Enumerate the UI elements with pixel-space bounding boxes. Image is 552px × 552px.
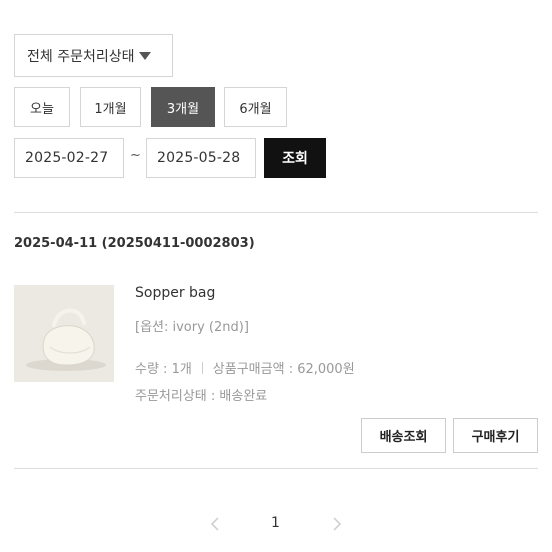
bag-image bbox=[14, 285, 114, 382]
write-review-label: 구매후기 bbox=[471, 430, 520, 445]
date-range-separator: ~ bbox=[130, 148, 141, 163]
period-label: 6개월 bbox=[239, 101, 272, 117]
write-review-button[interactable]: 구매후기 bbox=[453, 418, 538, 453]
period-label: 1개월 bbox=[94, 101, 127, 117]
order-status-select[interactable]: 전체 주문처리상태 bbox=[14, 34, 173, 77]
period-button-1month[interactable]: 1개월 bbox=[80, 87, 141, 127]
period-button-3months[interactable]: 3개월 bbox=[151, 87, 215, 127]
search-button-label: 조회 bbox=[282, 151, 308, 167]
product-thumbnail[interactable] bbox=[14, 285, 114, 382]
chevron-left-icon[interactable] bbox=[205, 514, 225, 534]
order-date-number: 2025-04-11 (20250411-0002803) bbox=[14, 236, 255, 251]
date-from-field[interactable]: 2025-02-27 bbox=[14, 138, 124, 178]
period-button-6months[interactable]: 6개월 bbox=[224, 87, 287, 127]
order-status-text: 주문처리상태 : 배송완료 bbox=[135, 389, 268, 404]
search-button[interactable]: 조회 bbox=[264, 138, 326, 178]
product-quantity-price: 수량 : 1개 상품구매금액 : 62,000원 bbox=[135, 358, 355, 377]
product-quantity: 수량 : 1개 bbox=[135, 362, 192, 377]
period-label: 3개월 bbox=[166, 101, 200, 117]
product-price: 상품구매금액 : 62,000원 bbox=[212, 362, 355, 377]
divider bbox=[14, 468, 538, 469]
track-delivery-button[interactable]: 배송조회 bbox=[361, 418, 446, 453]
divider bbox=[14, 212, 538, 213]
period-label: 오늘 bbox=[30, 101, 54, 117]
order-status-select-value: 전체 주문처리상태 bbox=[27, 48, 135, 65]
product-option: [옵션: ivory (2nd)] bbox=[135, 320, 249, 335]
chevron-right-icon[interactable] bbox=[327, 514, 347, 534]
date-to-value: 2025-05-28 bbox=[157, 150, 241, 166]
date-from-value: 2025-02-27 bbox=[25, 150, 109, 166]
caret-down-icon bbox=[138, 51, 151, 60]
product-name[interactable]: Sopper bag bbox=[135, 285, 215, 301]
track-delivery-label: 배송조회 bbox=[379, 430, 428, 445]
page-number-current[interactable]: 1 bbox=[271, 515, 280, 531]
date-to-field[interactable]: 2025-05-28 bbox=[146, 138, 256, 178]
separator bbox=[201, 361, 203, 374]
period-button-today[interactable]: 오늘 bbox=[14, 87, 70, 127]
